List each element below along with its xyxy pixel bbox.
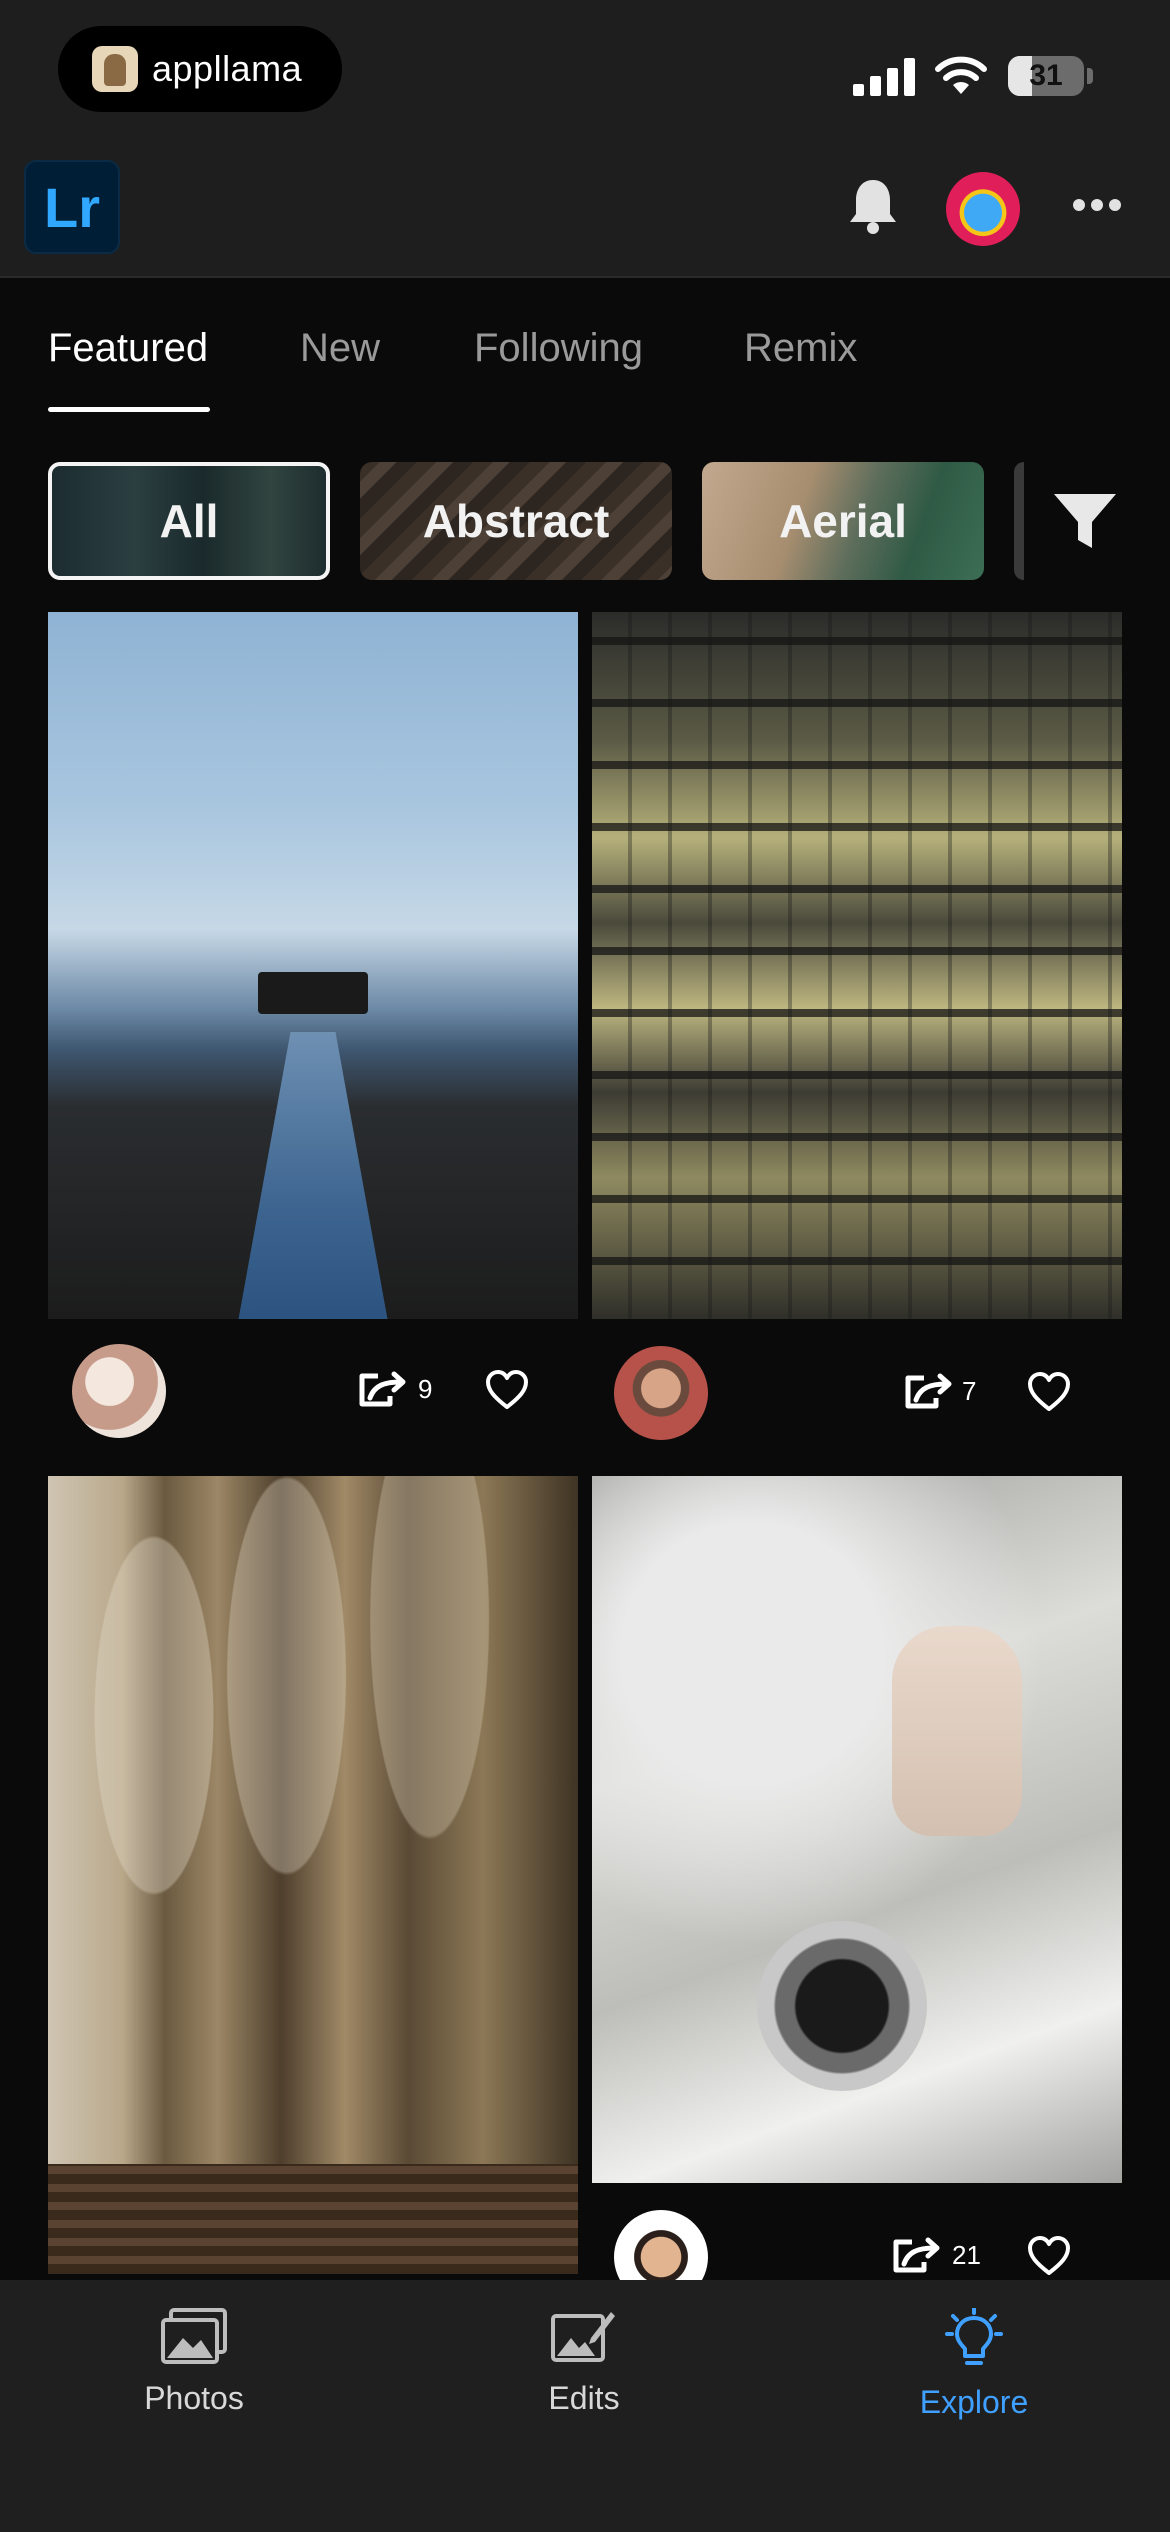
- remix-count: 9: [418, 1374, 433, 1404]
- battery-indicator: 31: [1008, 56, 1084, 96]
- lightroom-logo[interactable]: Lr: [24, 160, 120, 254]
- photo-cathedral-arches[interactable]: [48, 1476, 578, 2274]
- photo-detail: [892, 1626, 1022, 1836]
- profile-avatar[interactable]: [946, 172, 1020, 246]
- photo-detail: [238, 1032, 388, 1319]
- chip-all[interactable]: All: [48, 462, 330, 580]
- photo-detail: [258, 972, 368, 1014]
- photo-detail: [48, 2164, 578, 2274]
- active-tab-indicator: [48, 407, 210, 412]
- nav-edits-label: Edits: [548, 2380, 620, 2416]
- chip-overflow[interactable]: [1014, 462, 1024, 580]
- battery-tip: [1087, 68, 1093, 84]
- photo-detail: [757, 1921, 927, 2091]
- lightbulb-icon: [945, 2308, 1003, 2365]
- filter-icon[interactable]: [1050, 488, 1120, 554]
- nav-photos[interactable]: Photos: [44, 2290, 344, 2430]
- nav-photos-label: Photos: [144, 2380, 244, 2416]
- author-avatar[interactable]: [614, 1346, 708, 1440]
- llama-icon: [92, 46, 138, 92]
- more-options-icon[interactable]: [1072, 196, 1122, 214]
- chip-aerial[interactable]: Aerial: [702, 462, 984, 580]
- nav-edits[interactable]: Edits: [434, 2290, 734, 2430]
- chip-abstract[interactable]: Abstract: [360, 462, 672, 580]
- edits-icon: [551, 2312, 615, 2362]
- heart-icon[interactable]: [1026, 2235, 1072, 2277]
- tab-featured[interactable]: Featured: [48, 326, 208, 371]
- remix-count: 21: [952, 2240, 981, 2270]
- remix-icon[interactable]: [902, 1372, 954, 1412]
- bell-icon[interactable]: [846, 176, 900, 236]
- nav-explore[interactable]: Explore: [824, 2290, 1124, 2430]
- appllama-pill[interactable]: appllama: [58, 26, 342, 112]
- cellular-signal-icon: [853, 56, 915, 96]
- heart-icon[interactable]: [484, 1369, 530, 1411]
- nav-explore-label: Explore: [919, 2384, 1029, 2420]
- tab-remix[interactable]: Remix: [744, 326, 857, 371]
- remix-icon[interactable]: [890, 2236, 942, 2276]
- remix-count: 7: [962, 1376, 977, 1406]
- heart-icon[interactable]: [1026, 1371, 1072, 1413]
- header-divider: [0, 276, 1170, 278]
- appllama-label: appllama: [152, 48, 303, 89]
- photo-detail: [592, 612, 1122, 1319]
- photo-excavator[interactable]: [48, 612, 578, 1319]
- wifi-icon: [935, 56, 987, 94]
- photo-scaffolding[interactable]: [592, 612, 1122, 1319]
- battery-level: 31: [1029, 59, 1063, 92]
- remix-icon[interactable]: [356, 1370, 408, 1410]
- photo-cat-on-car[interactable]: [592, 1476, 1122, 2183]
- author-avatar[interactable]: [72, 1344, 166, 1438]
- photos-icon: [161, 2308, 227, 2364]
- tab-new[interactable]: New: [300, 326, 380, 371]
- photo-detail: [48, 1476, 578, 2274]
- tab-following[interactable]: Following: [474, 326, 643, 371]
